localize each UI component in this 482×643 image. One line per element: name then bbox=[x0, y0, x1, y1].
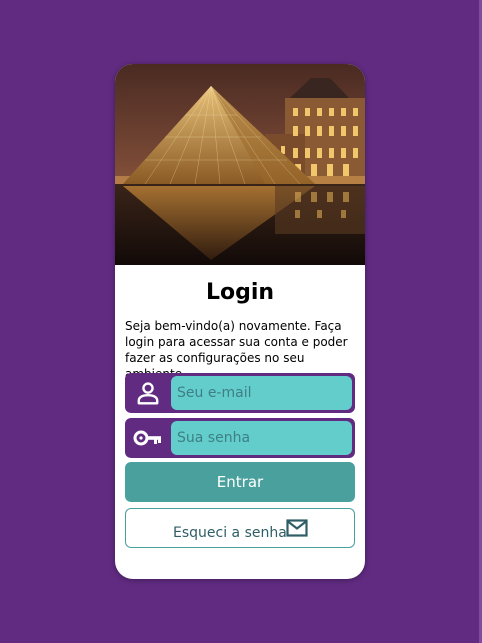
login-card: Login Seja bem-vindo(a) novamente. Faça … bbox=[115, 64, 365, 579]
page-title: Login bbox=[205, 280, 275, 305]
user-icon bbox=[125, 373, 171, 413]
forgot-password-label: Esqueci a senha bbox=[173, 525, 287, 541]
forgot-password-button[interactable]: Esqueci a senha bbox=[125, 508, 355, 548]
key-icon bbox=[125, 418, 171, 458]
mail-icon bbox=[286, 519, 308, 541]
hero-image bbox=[115, 64, 365, 265]
email-input[interactable] bbox=[171, 376, 352, 410]
email-field-group bbox=[125, 373, 355, 413]
password-input[interactable] bbox=[171, 421, 352, 455]
login-button[interactable]: Entrar bbox=[125, 462, 355, 502]
password-field-group bbox=[125, 418, 355, 458]
